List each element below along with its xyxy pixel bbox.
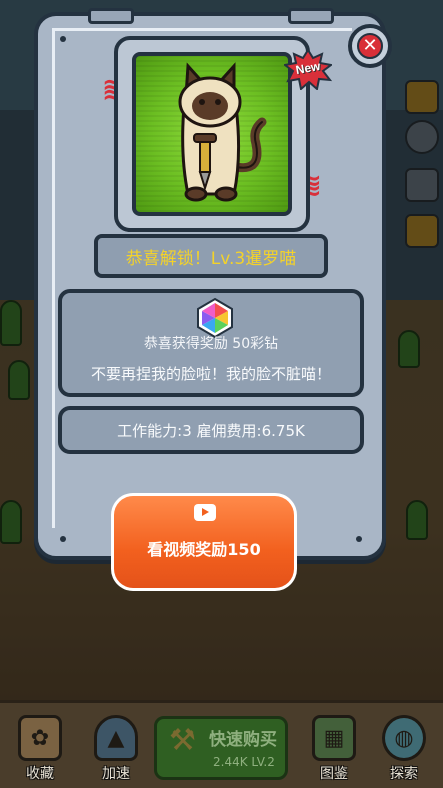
cat-portrait-frame	[114, 36, 310, 232]
close-icon: ✕	[357, 33, 383, 59]
video-button-face: 看视频奖励150	[114, 496, 294, 588]
bottom-item-explore[interactable]: ◍ 探索	[374, 715, 434, 787]
bottom-item-label: 加速	[102, 766, 130, 782]
unlock-title: 恭喜解锁！Lv.3暹罗喵	[125, 248, 297, 269]
reward-text: 恭喜获得奖励 50彩钻	[143, 336, 279, 352]
panel-highlight-left	[52, 28, 55, 528]
stats-text: 工作能力:3 雇佣费用:6.75K	[117, 421, 305, 440]
quick-buy-title: 快速购买	[209, 730, 277, 750]
reward-box: 恭喜获得奖励 50彩钻 不要再捏我的脸啦！我的脸不脏喵！	[58, 289, 364, 397]
encyclopedia-icon: ▦	[312, 715, 356, 761]
rocket-icon: ▲	[94, 715, 138, 761]
quick-buy-button[interactable]: ⚒ 快速购买 2.44K LV.2	[154, 716, 288, 780]
unlock-title-plate: 恭喜解锁！Lv.3暹罗喵	[94, 234, 328, 278]
close-button[interactable]: ✕	[348, 24, 392, 68]
planet-icon: ◍	[382, 715, 426, 761]
panel-highlight-top	[52, 28, 352, 31]
bottom-item-label: 图鉴	[320, 766, 348, 782]
drill-icon: ⚒	[169, 723, 196, 758]
cat-quote: 不要再捏我的脸啦！我的脸不脏喵！	[90, 365, 331, 383]
bottom-item-label: 探索	[390, 766, 418, 782]
panel-hinge-left	[88, 8, 134, 24]
new-badge: New	[282, 48, 334, 91]
bottom-item-collection[interactable]: ✿ 收藏	[10, 715, 70, 787]
bottom-item-encyclopedia[interactable]: ▦ 图鉴	[304, 715, 364, 787]
video-button-label: 看视频奖励150	[147, 540, 261, 559]
bottom-item-label: 收藏	[26, 766, 54, 782]
panel-hinge-right	[288, 8, 334, 24]
panel-rivet	[356, 536, 362, 542]
bottom-item-speedup[interactable]: ▲ 加速	[86, 715, 146, 787]
stats-box: 工作能力:3 雇佣费用:6.75K	[58, 406, 364, 454]
collection-icon: ✿	[18, 715, 62, 761]
video-play-icon	[194, 504, 216, 521]
siamese-cat-image	[178, 62, 267, 202]
watch-video-reward-button[interactable]: 看视频奖励150	[111, 493, 297, 591]
cat-portrait	[132, 52, 292, 216]
quick-buy-subtitle: 2.44K LV.2	[213, 755, 275, 769]
panel-rivet	[60, 536, 66, 542]
panel-rivet	[60, 36, 66, 42]
